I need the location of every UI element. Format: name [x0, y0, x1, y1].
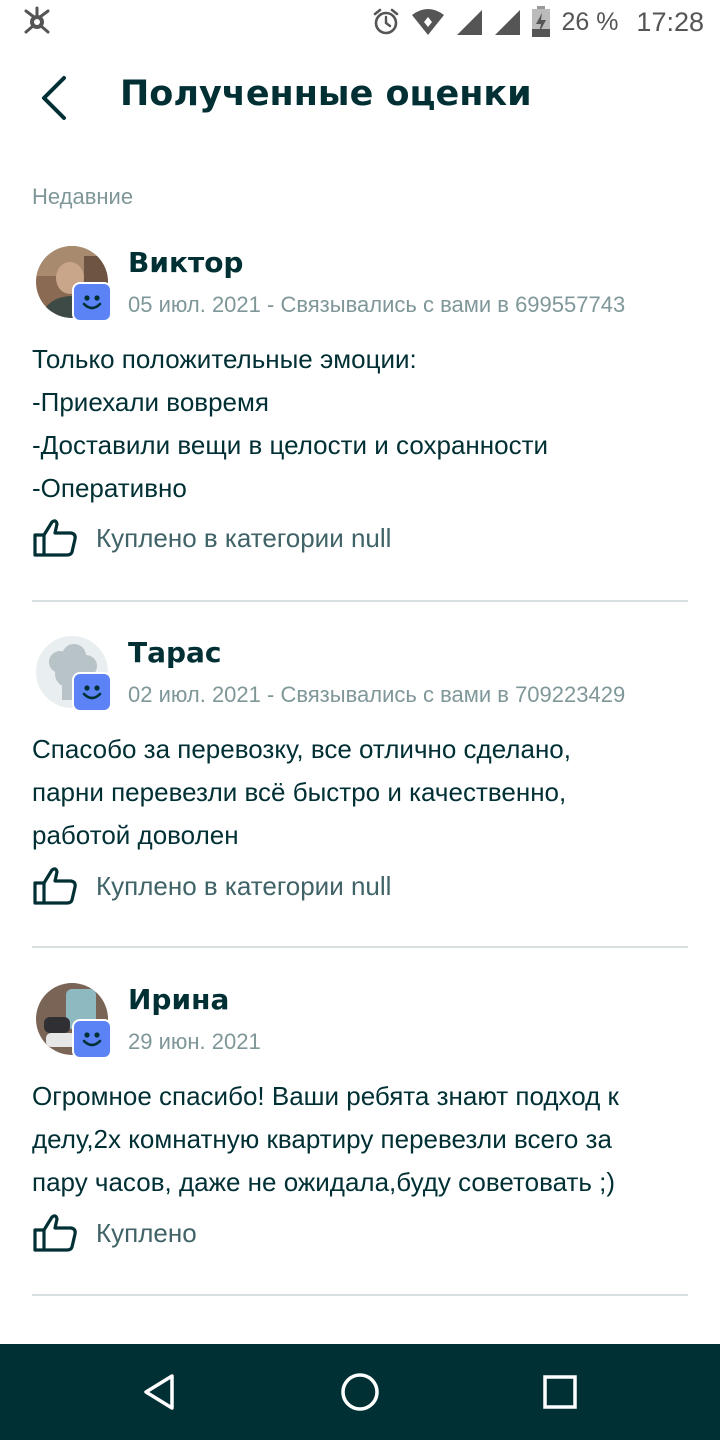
battery-charging-icon [532, 6, 551, 37]
system-nav-bar [0, 1344, 720, 1440]
avatar[interactable] [36, 983, 114, 1061]
reviewer-name: Ирина [128, 983, 230, 1016]
clock: 17:28 [636, 6, 704, 37]
review-meta: 02 июл. 2021 - Связывались с вами в 7092… [128, 682, 626, 707]
purchase-text: Куплено в категории null [96, 870, 392, 901]
smiley-badge-icon [72, 672, 112, 712]
divider [32, 600, 688, 602]
section-label-recent: Недавние [32, 184, 134, 209]
page-title: Полученные оценки [120, 74, 532, 114]
thumbs-up-icon [33, 867, 77, 905]
signal-icon [457, 10, 483, 35]
review-text-line: Только положительные эмоции: [32, 344, 417, 374]
thumbs-up-icon [33, 519, 77, 557]
review-text-line: -Оперативно [32, 473, 187, 503]
avatar[interactable] [36, 636, 114, 714]
review-text-line: работой доволен [32, 820, 239, 850]
chevron-left-icon [42, 76, 66, 120]
back-button[interactable] [24, 68, 84, 128]
nav-home-button[interactable] [336, 1368, 384, 1416]
alarm-icon [374, 8, 399, 35]
divider [32, 1294, 688, 1296]
smiley-badge-icon [72, 1019, 112, 1059]
purchase-info: Куплено [32, 1211, 197, 1255]
review-meta: 05 июл. 2021 - Связывались с вами в 6995… [128, 292, 626, 317]
back-triangle-icon [144, 1374, 174, 1410]
review-meta: 29 июн. 2021 [128, 1029, 261, 1054]
wifi-icon [412, 9, 445, 35]
purchase-text: Куплено [96, 1217, 197, 1248]
signal-icon [495, 10, 521, 35]
review-text-line: Огромное спасибо! Ваши ребята знают подх… [32, 1081, 619, 1111]
app-header: Полученные оценки [0, 52, 720, 144]
home-circle-icon [341, 1373, 379, 1411]
review-text: Огромное спасибо! Ваши ребята знают подх… [32, 1075, 688, 1204]
app-logo-icon [22, 6, 52, 36]
review-text-line: Спасобо за перевозку, все отлично сделан… [32, 734, 571, 764]
review-text-line: делу,2х комнатную квартиру перевезли все… [32, 1124, 612, 1154]
review-text: Спасобо за перевозку, все отлично сделан… [32, 728, 688, 857]
thumbs-up-icon [33, 1214, 77, 1252]
divider [32, 946, 688, 948]
reviewer-name: Тарас [128, 636, 222, 669]
nav-back-button[interactable] [136, 1368, 184, 1416]
review-text: Только положительные эмоции: -Приехали в… [32, 338, 688, 510]
purchase-text: Куплено в категории null [96, 522, 392, 553]
status-bar: 26 % 17:28 [0, 0, 720, 44]
reviewer-name: Виктор [128, 246, 244, 279]
recents-square-icon [543, 1375, 577, 1409]
review-text-line: -Приехали вовремя [32, 387, 269, 417]
purchase-info: Куплено в категории null [32, 864, 391, 908]
review-text-line: пару часов, даже не ожидала,буду советов… [32, 1167, 616, 1197]
review-text-line: парни перевезли всё быстро и качественно… [32, 777, 567, 807]
purchase-info: Куплено в категории null [32, 516, 391, 560]
avatar[interactable] [36, 246, 114, 324]
review-text-line: -Доставили вещи в целости и сохранности [32, 430, 549, 460]
battery-percent: 26 % [561, 7, 619, 36]
nav-recents-button[interactable] [536, 1368, 584, 1416]
smiley-badge-icon [72, 282, 112, 322]
